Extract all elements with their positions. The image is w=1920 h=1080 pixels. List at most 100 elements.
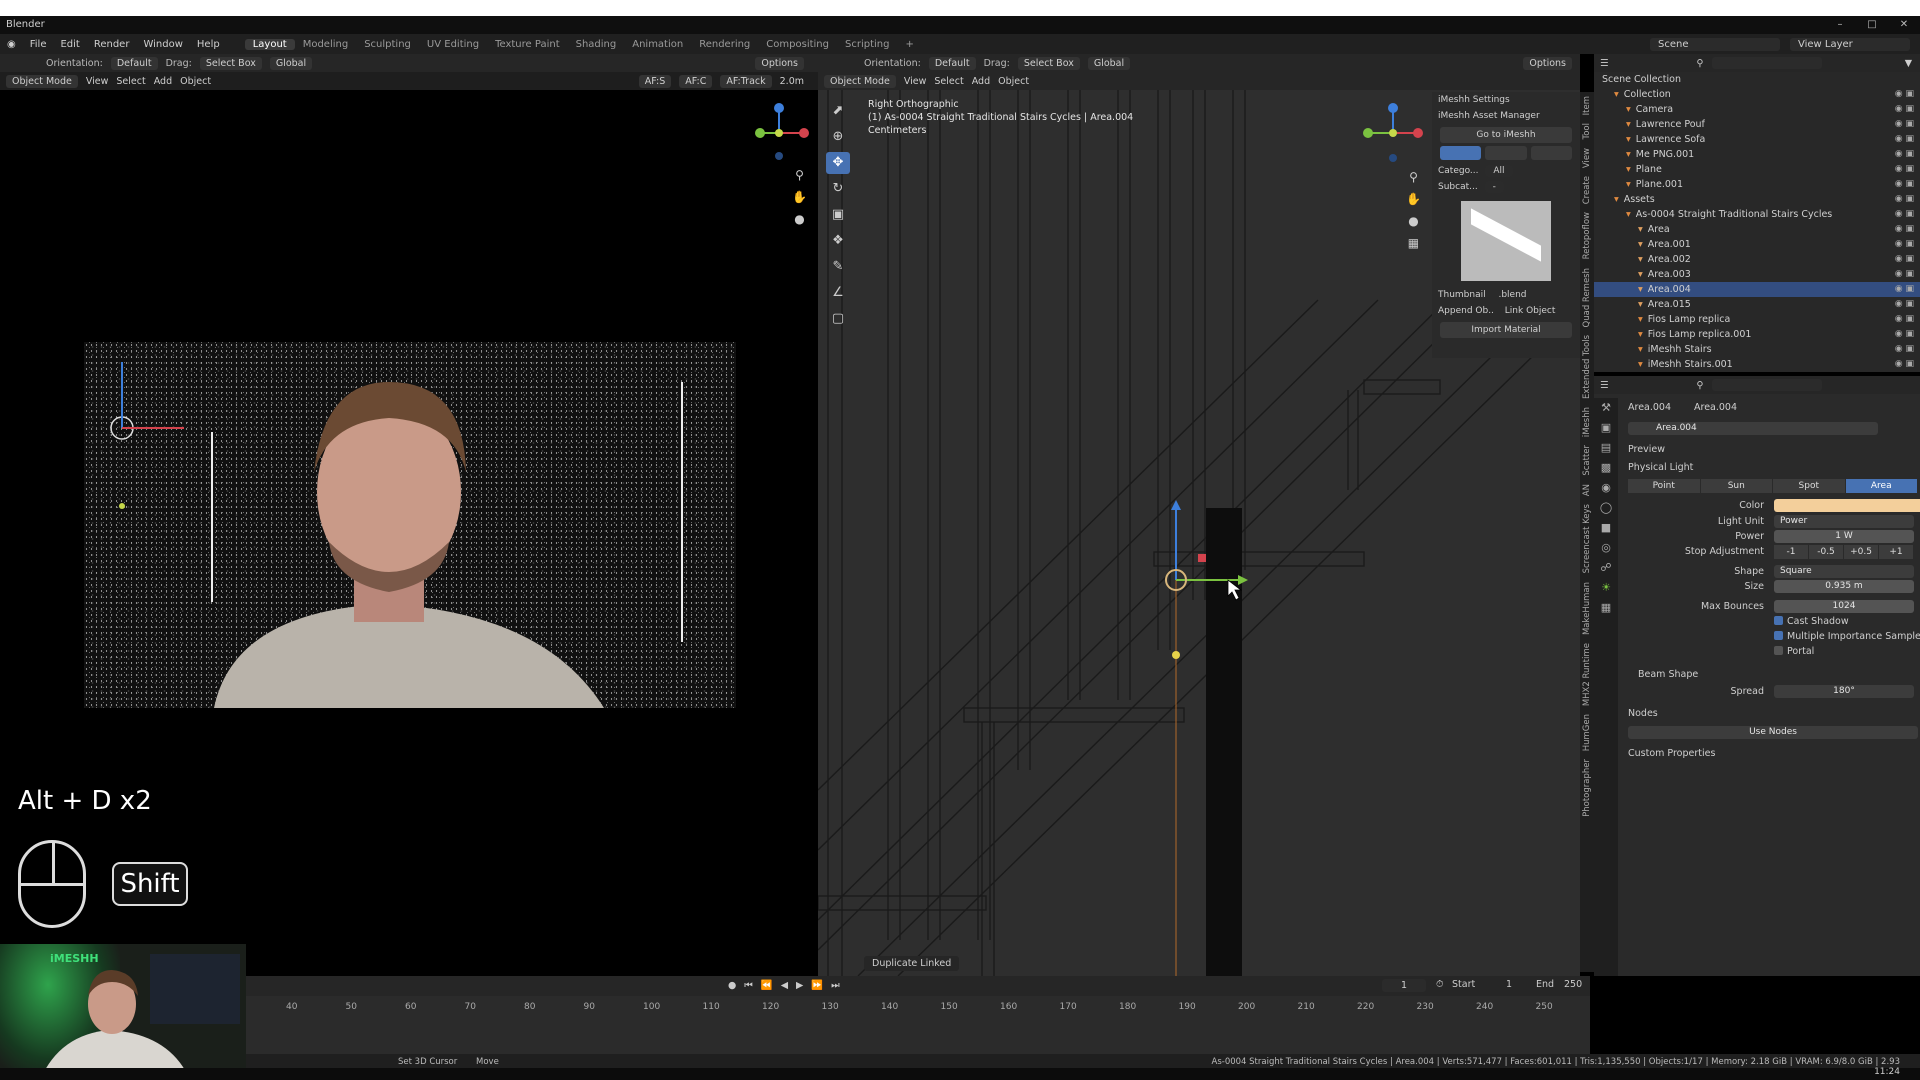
select-menu[interactable]: Select	[116, 76, 145, 87]
mode-dropdown[interactable]: Object Mode	[6, 74, 78, 88]
outliner-row[interactable]: ▾ Area.002 ◉ ▣	[1594, 252, 1920, 267]
measure-tool-icon[interactable]: ∠	[826, 282, 850, 304]
end-field[interactable]: 250	[1564, 979, 1582, 990]
jump-end-icon[interactable]: ⏭	[831, 980, 840, 991]
drag-dropdown[interactable]: Select Box	[199, 56, 262, 70]
rotate-tool-icon[interactable]: ↻	[826, 178, 850, 200]
custom-properties-panel-header[interactable]: Custom Properties	[1628, 748, 1715, 759]
portal-checkbox[interactable]: Portal	[1774, 646, 1814, 657]
outliner-row[interactable]: ▾ Area.003 ◉ ▣	[1594, 267, 1920, 282]
visibility-toggle-icon[interactable]: ◉ ▣	[1895, 207, 1914, 222]
outliner-row[interactable]: ▾ iMeshh Stairs ◉ ▣	[1594, 342, 1920, 357]
imeshh-settings-header[interactable]: iMeshh Settings	[1432, 92, 1580, 108]
blender-logo-icon[interactable]: ◉	[0, 39, 23, 50]
physics-tab-icon[interactable]: ◎	[1594, 538, 1618, 558]
physical-light-panel-header[interactable]: Physical Light	[1628, 462, 1693, 473]
render-tab-icon[interactable]: ▣	[1594, 418, 1618, 438]
visibility-toggle-icon[interactable]: ◉ ▣	[1895, 342, 1914, 357]
cursor-tool-icon[interactable]: ⊕	[826, 126, 850, 148]
sidebar-tab-mhx2[interactable]: MHX2 Runtime	[1582, 639, 1592, 710]
pan-hand-icon[interactable]: ✋	[1406, 188, 1421, 210]
category-dropdown[interactable]: All	[1485, 165, 1513, 177]
add-menu[interactable]: Add	[972, 76, 990, 87]
grid-view-icon[interactable]: ▦	[1406, 232, 1421, 254]
outliner-row[interactable]: ▾ Collection ◉ ▣	[1594, 87, 1920, 102]
outliner-row[interactable]: ▾ Me PNG.001 ◉ ▣	[1594, 147, 1920, 162]
tab-texture-paint[interactable]: Texture Paint	[487, 39, 568, 50]
view-layer-tab-icon[interactable]: ▩	[1594, 458, 1618, 478]
last-operation-panel[interactable]: Duplicate Linked	[864, 956, 960, 971]
visibility-toggle-icon[interactable]: ◉ ▣	[1895, 117, 1914, 132]
sidebar-tab-item[interactable]: Item	[1582, 92, 1592, 119]
jump-start-icon[interactable]: ⏮	[744, 980, 753, 991]
scale-tool-icon[interactable]: ▣	[826, 204, 850, 226]
outliner-row[interactable]: ▾ Camera ◉ ▣	[1594, 102, 1920, 117]
scene-selector[interactable]: Scene	[1650, 37, 1780, 51]
drag-dropdown[interactable]: Select Box	[1017, 56, 1080, 70]
orientation-dropdown[interactable]: Default	[928, 56, 976, 70]
outliner-row[interactable]: ▾ Area.015 ◉ ▣	[1594, 297, 1920, 312]
outliner-row[interactable]: ▾ Area.004 ◉ ▣	[1594, 282, 1920, 297]
max-bounces-field[interactable]: 1024	[1774, 600, 1914, 613]
light-type-area[interactable]: Area	[1845, 479, 1917, 493]
tab-sculpting[interactable]: Sculpting	[356, 39, 419, 50]
outliner-row[interactable]: ▾ Lawrence Pouf ◉ ▣	[1594, 117, 1920, 132]
sidebar-tab-create[interactable]: Create	[1582, 172, 1592, 208]
select-menu[interactable]: Select	[934, 76, 963, 87]
outliner-row[interactable]: ▾ Assets ◉ ▣	[1594, 192, 1920, 207]
light-type-point[interactable]: Point	[1628, 479, 1700, 493]
visibility-toggle-icon[interactable]: ◉ ▣	[1895, 282, 1914, 297]
size-field[interactable]: 0.935 m	[1774, 580, 1914, 593]
sidebar-tab-an[interactable]: AN	[1582, 480, 1592, 500]
shape-dropdown[interactable]: Square	[1774, 565, 1914, 578]
transform-orientation-dropdown[interactable]: Global	[1087, 56, 1131, 70]
outliner-row[interactable]: ▾ As-0004 Straight Traditional Stairs Cyc…	[1594, 207, 1920, 222]
af-c-button[interactable]: AF:C	[679, 74, 713, 88]
sidebar-tab-screencast-keys[interactable]: Screencast Keys	[1582, 500, 1592, 577]
camera-view-icon[interactable]: ●	[1406, 210, 1421, 232]
object-menu[interactable]: Object	[180, 76, 211, 87]
hdri-type-button[interactable]	[1530, 146, 1572, 160]
spread-field[interactable]: 180°	[1774, 685, 1914, 698]
model-type-button[interactable]	[1440, 146, 1482, 160]
mode-dropdown[interactable]: Object Mode	[824, 74, 896, 88]
append-object-button[interactable]: Append Ob..	[1438, 306, 1494, 316]
sidebar-tab-makehuman[interactable]: MakeHuman	[1582, 578, 1592, 639]
power-field[interactable]: 1 W	[1774, 530, 1914, 543]
visibility-toggle-icon[interactable]: ◉ ▣	[1895, 357, 1914, 372]
nodes-panel-header[interactable]: Nodes	[1628, 708, 1658, 719]
outliner-row[interactable]: ▾ Plane.001 ◉ ▣	[1594, 177, 1920, 192]
minimize-icon[interactable]: –	[1824, 16, 1856, 34]
zoom-icon[interactable]: ⚲	[792, 164, 807, 186]
view-menu[interactable]: View	[904, 76, 927, 87]
material-type-button[interactable]	[1485, 146, 1527, 160]
stop-minus-half-button[interactable]: -0.5	[1809, 545, 1843, 559]
sidebar-tab-photographer[interactable]: Photographer	[1582, 755, 1592, 821]
navigation-gizmo[interactable]	[744, 98, 814, 168]
tab-animation[interactable]: Animation	[624, 39, 691, 50]
thumbnail-button[interactable]: Thumbnail	[1438, 290, 1486, 300]
camera-view-icon[interactable]: ●	[792, 208, 807, 230]
tab-rendering[interactable]: Rendering	[691, 39, 758, 50]
menu-window[interactable]: Window	[136, 39, 189, 50]
visibility-toggle-icon[interactable]: ◉ ▣	[1895, 177, 1914, 192]
visibility-toggle-icon[interactable]: ◉ ▣	[1895, 102, 1914, 117]
beam-shape-panel-header[interactable]: Beam Shape	[1638, 669, 1698, 680]
tab-scripting[interactable]: Scripting	[837, 39, 897, 50]
visibility-toggle-icon[interactable]: ◉ ▣	[1895, 297, 1914, 312]
constraints-tab-icon[interactable]: ☍	[1594, 558, 1618, 578]
visibility-toggle-icon[interactable]: ◉ ▣	[1895, 327, 1914, 342]
sidebar-tab-imeshh[interactable]: iMeshh	[1582, 403, 1592, 441]
close-icon[interactable]: ✕	[1888, 16, 1920, 34]
outliner-row[interactable]: ▾ Fios Lamp replica.001 ◉ ▣	[1594, 327, 1920, 342]
visibility-toggle-icon[interactable]: ◉ ▣	[1895, 147, 1914, 162]
light-color-swatch[interactable]	[1774, 499, 1920, 512]
tab-modeling[interactable]: Modeling	[295, 39, 357, 50]
mis-checkbox[interactable]: Multiple Importance Sample	[1774, 631, 1920, 642]
sidebar-tab-extended-tools[interactable]: Extended Tools	[1582, 331, 1592, 403]
subcategory-dropdown[interactable]: -	[1484, 181, 1504, 193]
outliner-search-input[interactable]	[1711, 57, 1822, 69]
properties-editor-icon[interactable]: ☰	[1600, 380, 1609, 391]
link-object-button[interactable]: Link Object	[1505, 306, 1556, 316]
visibility-toggle-icon[interactable]: ◉ ▣	[1895, 162, 1914, 177]
